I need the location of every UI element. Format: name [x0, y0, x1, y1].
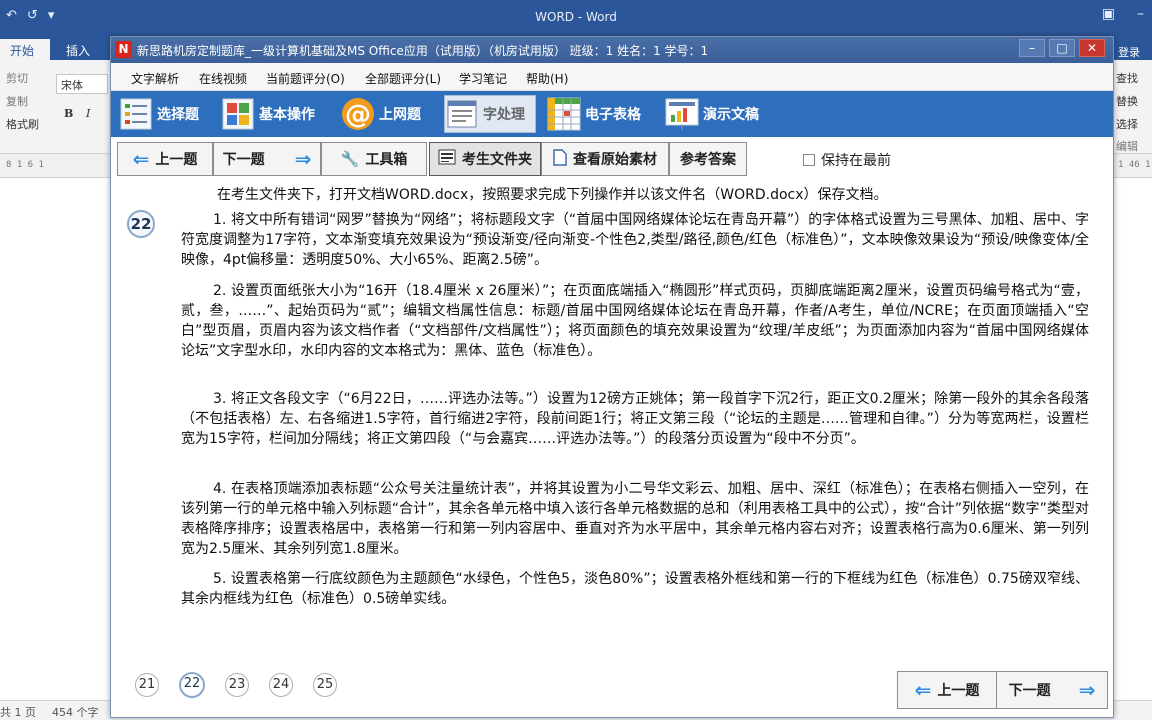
menu-help[interactable]: 帮助(H): [526, 70, 568, 87]
arrow-right-icon: ⇒: [1078, 678, 1096, 702]
wrench-icon: 🔧: [340, 150, 360, 168]
menu-score-all[interactable]: 全部题评分(L): [365, 70, 441, 87]
category-basic-ops-label: 基本操作: [259, 107, 315, 123]
editing-group-label: 编辑: [1116, 140, 1138, 153]
exam-maximize-icon[interactable]: □: [1049, 39, 1075, 57]
document-icon: [445, 97, 479, 131]
reference-answer-label: 参考答案: [680, 152, 736, 168]
exam-toolbar: ⇐ 上一题 下一题 ⇒ 🔧 工具箱 考生文件夹 查看原始素材 参考答案 保持在最…: [111, 137, 1113, 179]
page-21-button[interactable]: 21: [135, 673, 159, 697]
exam-minimize-icon[interactable]: –: [1019, 39, 1045, 57]
prev-question-button[interactable]: ⇐ 上一题: [117, 142, 213, 176]
file-icon: [553, 148, 567, 170]
toolbox-button[interactable]: 🔧 工具箱: [321, 142, 427, 176]
replace-button[interactable]: 替换: [1116, 93, 1138, 109]
requirement-paragraph-2: 2. 设置页面纸张大小为“16开（18.4厘米 x 26厘米）”；在页面底端插入…: [181, 283, 1089, 359]
category-presentation[interactable]: 演示文稿: [665, 95, 759, 133]
exam-window-title: 新思路机房定制题库_一级计算机基础及MS Office应用（试用版）（机房试用版…: [137, 44, 709, 58]
cut-button[interactable]: 剪切: [6, 70, 28, 86]
spreadsheet-icon: [547, 97, 581, 131]
menu-online-video[interactable]: 在线视频: [199, 70, 247, 87]
keep-on-top-checkbox[interactable]: 保持在最前: [803, 150, 891, 170]
toolbox-label: 工具箱: [365, 152, 408, 168]
word-titlebar: ↶ ↺ ▾ WORD - Word ▣ –: [0, 0, 1152, 36]
category-basic-ops[interactable]: 基本操作: [221, 95, 315, 133]
question-number-badge: 22: [127, 210, 155, 238]
bottom-next-label: 下一题: [1008, 683, 1051, 699]
page-23-button[interactable]: 23: [225, 673, 249, 697]
exam-titlebar: N 新思路机房定制题库_一级计算机基础及MS Office应用（试用版）（机房试…: [111, 37, 1113, 63]
category-presentation-label: 演示文稿: [703, 107, 759, 123]
app-logo-icon: N: [115, 41, 132, 58]
arrow-left-icon: ⇐: [132, 147, 150, 171]
question-navigation: 21 22 23 24 25 ⇐ 上一题 下一题 ⇒: [113, 663, 1109, 717]
document-page-right[interactable]: [1112, 178, 1152, 700]
windows-grid-icon: [221, 97, 255, 131]
requirement-paragraph-3: 3. 将正文各段文字（“6月22日，……评选办法等。”）设置为12磅方正姚体；第…: [181, 391, 1089, 447]
question-intro: 在考生文件夹下，打开文档WORD.docx，按照要求完成下列操作并以该文件名（W…: [217, 187, 888, 203]
ribbon-options-icon[interactable]: ▣: [1102, 6, 1115, 22]
page-24-button[interactable]: 24: [269, 673, 293, 697]
category-choice[interactable]: 选择题: [119, 95, 199, 133]
at-sign-icon: @: [341, 97, 375, 131]
format-painter-button[interactable]: 格式刷: [6, 116, 39, 132]
requirement-paragraph-1: 1. 将文中所有错词“网罗”替换为“网络”；将标题段文字（“首届中国网络媒体论坛…: [181, 212, 1089, 268]
view-material-button[interactable]: 查看原始素材: [541, 142, 669, 176]
menu-score-current[interactable]: 当前题评分(O): [266, 70, 345, 87]
menu-text-analysis[interactable]: 文字解析: [131, 70, 179, 87]
bottom-prev-button[interactable]: ⇐ 上一题: [897, 671, 997, 709]
document-page[interactable]: [0, 178, 110, 700]
reference-answer-button[interactable]: 参考答案: [669, 142, 747, 176]
select-button[interactable]: 选择: [1116, 116, 1138, 132]
bold-icon[interactable]: B: [64, 107, 73, 120]
checkbox-box[interactable]: [803, 154, 815, 166]
word-window-title: WORD - Word: [535, 10, 617, 24]
ruler-right-ticks: 1 46 1: [1118, 160, 1151, 170]
keep-on-top-label: 保持在最前: [821, 153, 891, 169]
student-folder-label: 考生文件夹: [462, 152, 532, 168]
category-spreadsheet-label: 电子表格: [585, 107, 641, 123]
bottom-next-button[interactable]: 下一题 ⇒: [996, 671, 1108, 709]
category-spreadsheet[interactable]: 电子表格: [547, 95, 641, 133]
choice-list-icon: [119, 97, 153, 131]
minimize-icon[interactable]: –: [1137, 6, 1144, 22]
category-internet-label: 上网题: [379, 107, 421, 123]
status-word-count[interactable]: 454 个字: [52, 704, 99, 720]
ruler-left-ticks: 8 1 6 1: [6, 160, 44, 170]
category-word-processing-label: 字处理: [483, 107, 525, 123]
tab-insert[interactable]: 插入: [56, 39, 100, 60]
category-choice-label: 选择题: [157, 107, 199, 123]
view-material-label: 查看原始素材: [573, 152, 657, 168]
folder-icon: [438, 149, 456, 169]
tab-home[interactable]: 开始: [0, 39, 50, 60]
exam-close-icon[interactable]: ✕: [1079, 39, 1105, 57]
bottom-prev-label: 上一题: [937, 683, 980, 699]
requirement-paragraph-5: 5. 设置表格第一行底纹颜色为主题颜色“水绿色，个性色5，淡色80%”；设置表格…: [181, 571, 1089, 607]
presentation-icon: [665, 97, 699, 131]
sign-in-link[interactable]: 登录: [1118, 44, 1140, 60]
student-folder-button[interactable]: 考生文件夹: [429, 142, 541, 176]
find-button[interactable]: 查找: [1116, 70, 1138, 86]
question-content: 在考生文件夹下，打开文档WORD.docx，按照要求完成下列操作并以该文件名（W…: [113, 179, 1109, 663]
next-question-button[interactable]: 下一题 ⇒: [213, 142, 321, 176]
category-bar: 选择题 基本操作 @ 上网题 字处理 电子表格 演示文稿: [111, 91, 1113, 137]
prev-question-label: 上一题: [155, 152, 198, 168]
font-name-input[interactable]: 宋体: [56, 74, 108, 94]
page-25-button[interactable]: 25: [313, 673, 337, 697]
page-22-button[interactable]: 22: [179, 672, 205, 698]
next-question-label: 下一题: [222, 152, 265, 168]
status-page-count[interactable]: 共 1 页: [0, 704, 36, 720]
requirement-paragraph-4: 4. 在表格顶端添加表标题“公众号关注量统计表”，并将其设置为小二号华文彩云、加…: [181, 481, 1089, 557]
copy-button[interactable]: 复制: [6, 93, 28, 109]
italic-icon[interactable]: I: [86, 107, 90, 120]
arrow-left-icon: ⇐: [914, 678, 932, 702]
exam-window: N 新思路机房定制题库_一级计算机基础及MS Office应用（试用版）（机房试…: [110, 36, 1114, 718]
category-internet[interactable]: @ 上网题: [341, 95, 421, 133]
menu-study-notes[interactable]: 学习笔记: [459, 70, 507, 87]
category-word-processing[interactable]: 字处理: [444, 95, 536, 133]
svg-text:@: @: [345, 100, 371, 130]
exam-menubar: 文字解析 在线视频 当前题评分(O) 全部题评分(L) 学习笔记 帮助(H): [111, 63, 1113, 91]
arrow-right-icon: ⇒: [294, 147, 312, 171]
